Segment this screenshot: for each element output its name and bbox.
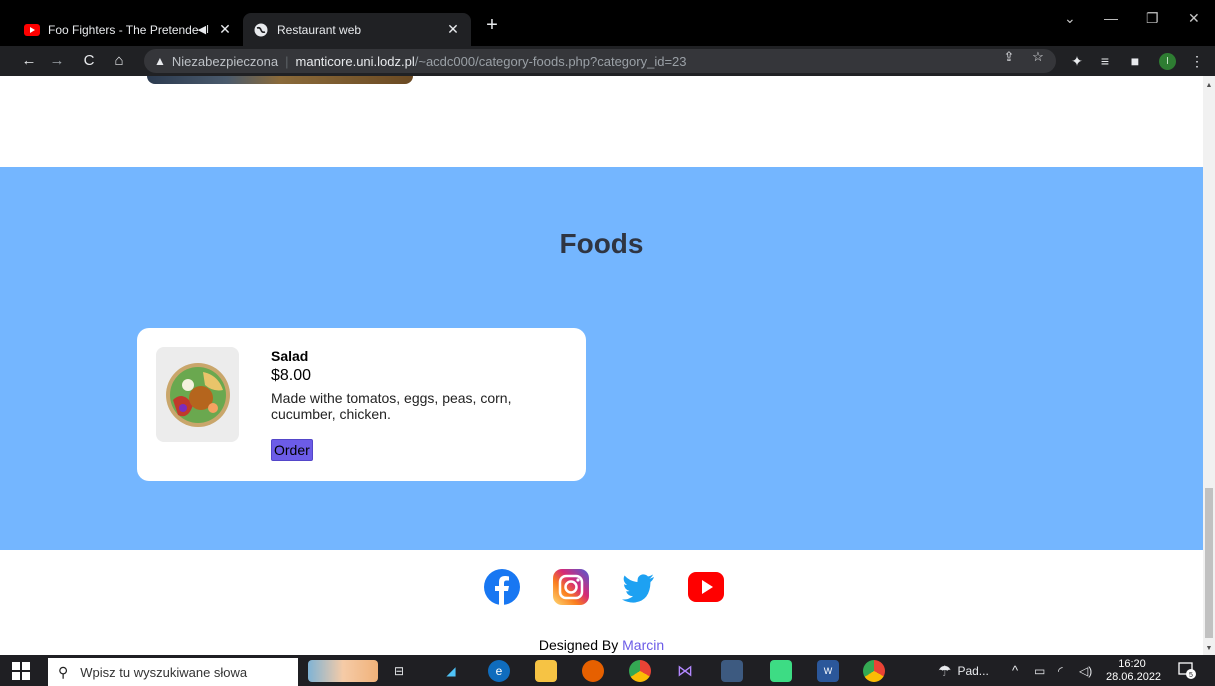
taskbar-search-input[interactable]: ⚲ Wpisz tu wyszukiwane słowa [48,658,298,686]
divider: | [285,53,289,69]
search-icon: ⚲ [58,663,69,680]
weather-widget[interactable]: ☂ Pad... [938,655,989,686]
clock-time: 16:20 [1118,658,1146,670]
tab-foo-fighters[interactable]: Foo Fighters - The Pretender ◀ǀ ✕ [14,13,243,46]
designed-by-label: Designed By [538,637,619,653]
system-clock[interactable]: 16:20 28.06.2022 [1106,658,1162,684]
foods-section: Foods Salad $8.00 Made withe tomatos, eg… [0,167,1203,550]
food-name: Salad [271,348,309,364]
extensions-puzzle-icon[interactable]: ✦ [1066,50,1088,72]
order-button[interactable]: Order [271,439,313,461]
chrome-icon[interactable] [629,660,651,682]
warning-triangle-icon[interactable]: ▲ [154,54,166,68]
word-icon[interactable]: W [817,660,839,682]
close-tab-icon[interactable]: ✕ [217,21,233,38]
tab-search-chevron-icon[interactable]: ⌄ [1064,10,1076,27]
notification-count: 5 [1189,672,1193,679]
twitter-icon[interactable] [620,569,656,605]
search-highlight-image[interactable] [308,660,378,682]
notification-center-icon[interactable]: 5 [1178,661,1196,679]
window-close-icon[interactable]: ✕ [1188,10,1200,27]
scroll-thumb[interactable] [1205,488,1213,638]
app-icon[interactable] [721,660,743,682]
food-details: Salad $8.00 Made withe tomatos, eggs, pe… [271,348,571,461]
speaker-icon[interactable]: ◀ǀ [198,23,209,36]
home-icon[interactable]: ⌂ [108,50,130,72]
previous-section-image [147,76,413,84]
salad-image [156,347,239,442]
page-scrollbar[interactable]: ▲ ▼ [1203,76,1215,655]
designed-by-footer: Designed By Marcin [0,637,1203,653]
back-arrow-icon[interactable]: ← [18,50,40,72]
browser-tab-strip: Foo Fighters - The Pretender ◀ǀ ✕ Restau… [0,0,1215,46]
page-viewport: Foods Salad $8.00 Made withe tomatos, eg… [0,76,1203,655]
food-price: $8.00 [271,367,312,384]
food-card: Salad $8.00 Made withe tomatos, eggs, pe… [137,328,586,481]
profile-avatar[interactable]: I [1159,53,1176,70]
windows-start-icon[interactable] [12,662,30,680]
facebook-icon[interactable] [484,569,520,605]
search-placeholder: Wpisz tu wyszukiwane słowa [80,664,248,680]
youtube-favicon-icon [24,22,40,38]
instagram-icon[interactable] [553,569,589,605]
designer-link[interactable]: Marcin [622,637,664,653]
android-studio-icon[interactable] [770,660,792,682]
visual-studio-icon[interactable]: ⋈ [674,660,696,682]
wifi-icon[interactable]: ◜ [1058,655,1063,686]
restore-icon[interactable]: ❐ [1146,10,1159,27]
volume-icon[interactable]: ◁) [1079,655,1092,686]
edge-icon[interactable]: e [488,660,510,682]
scroll-up-arrow-icon[interactable]: ▲ [1203,82,1215,89]
media-control-icon[interactable]: ≡ [1094,50,1116,72]
battery-icon[interactable]: ▭ [1034,655,1045,686]
side-panel-icon[interactable]: ■ [1124,50,1146,72]
reload-icon[interactable]: C [78,50,100,72]
security-label: Niezabezpieczona [171,53,279,69]
url-host: manticore.uni.lodz.pl [295,53,415,69]
task-view-icon[interactable]: ⊟ [388,660,410,682]
menu-kebab-icon[interactable]: ⋮ [1186,50,1208,72]
globe-favicon-icon [253,22,269,38]
url-path: /~acdc000/category-foods.php?category_id… [414,53,687,69]
app-icon[interactable]: ◢ [440,660,462,682]
address-bar[interactable]: ▲ Niezabezpieczona | manticore.uni.lodz.… [144,49,1056,73]
close-tab-icon[interactable]: ✕ [445,21,461,38]
tray-chevron-icon[interactable]: ^ [1012,655,1018,686]
bookmark-star-icon[interactable]: ☆ [1029,49,1047,65]
clock-date: 28.06.2022 [1106,671,1162,683]
tab-restaurant-web[interactable]: Restaurant web ✕ [243,13,471,46]
firefox-icon[interactable] [582,660,604,682]
windows-taskbar: ⚲ Wpisz tu wyszukiwane słowa ⊟ ◢ e ⋈ W ☂… [0,655,1215,686]
forward-arrow-icon[interactable]: → [46,50,68,72]
chrome-active-icon[interactable] [863,660,885,682]
weather-rain-icon: ☂ [938,662,952,680]
browser-toolbar: ← → C ⌂ ▲ Niezabezpieczona | manticore.u… [0,46,1215,76]
tab-title: Foo Fighters - The Pretender [48,22,198,37]
weather-label: Pad... [957,663,989,678]
scroll-down-arrow-icon[interactable]: ▼ [1203,645,1215,652]
minimize-icon[interactable]: — [1104,10,1118,26]
youtube-icon[interactable] [688,569,724,605]
share-icon[interactable]: ⇪ [1000,49,1018,65]
foods-heading: Foods [559,228,644,259]
new-tab-button[interactable]: + [481,14,503,36]
file-explorer-icon[interactable] [535,660,557,682]
food-description: Made withe tomatos, eggs, peas, corn, cu… [271,390,512,422]
tab-title: Restaurant web [277,22,362,37]
